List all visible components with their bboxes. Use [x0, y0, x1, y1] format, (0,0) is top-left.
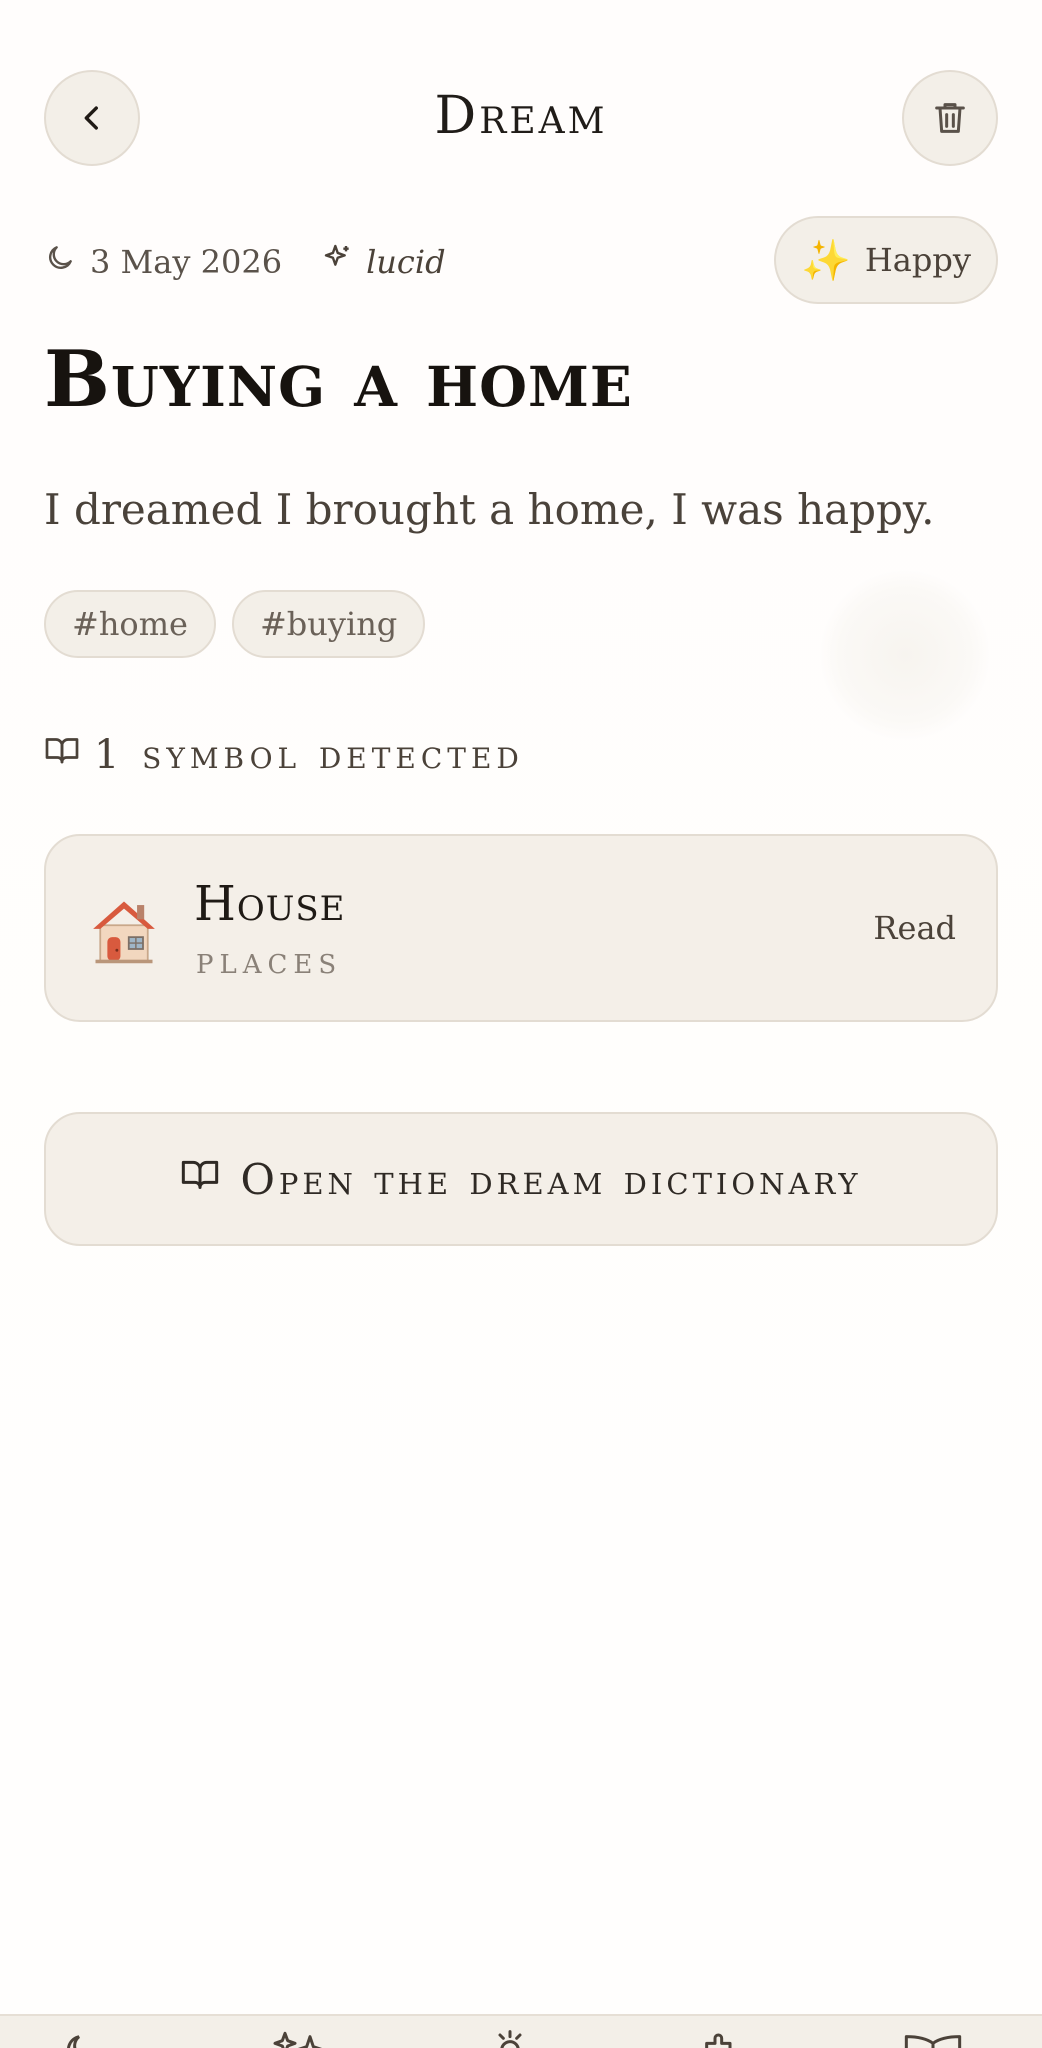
mood-badge[interactable]: ✨ Happy — [774, 216, 998, 304]
sparkles-emoji-icon: ✨ — [801, 237, 851, 284]
dream-date: 3 May 2026 — [90, 243, 283, 281]
moon-icon — [44, 242, 76, 282]
read-symbol-link[interactable]: Read — [873, 908, 956, 948]
dream-meta: 3 May 2026 lucid — [44, 238, 446, 286]
dream-title: Buying a home — [44, 334, 633, 425]
book-icon — [180, 1154, 220, 1204]
book-icon — [44, 732, 80, 778]
tag-chip[interactable]: #home — [44, 590, 216, 658]
lucid-label: lucid — [366, 243, 446, 281]
symbols-heading: 1 symbol detected — [44, 732, 524, 778]
open-dictionary-label: Open the dream dictionary — [240, 1154, 862, 1204]
mood-label: Happy — [864, 241, 971, 279]
tag-chip[interactable]: #buying — [231, 590, 426, 658]
symbol-category: PLACES — [196, 950, 343, 980]
open-dictionary-button[interactable]: Open the dream dictionary — [44, 1112, 998, 1246]
symbol-card[interactable]: House PLACES Read — [44, 834, 998, 1022]
symbols-heading-label: 1 symbol detected — [94, 732, 524, 778]
nav-sparkles-icon[interactable] — [270, 2030, 330, 2048]
dream-description: I dreamed I brought a home, I was happy. — [44, 485, 935, 534]
nav-sun-icon[interactable] — [490, 2030, 550, 2048]
page-title: Dream — [434, 86, 608, 146]
bottom-navigation — [0, 2014, 1042, 2048]
house-icon — [86, 892, 162, 972]
sparkle-icon — [322, 242, 354, 282]
nav-book-open-icon[interactable] — [900, 2030, 962, 2048]
nav-puzzle-icon[interactable] — [700, 2030, 760, 2048]
symbol-name: House — [194, 876, 346, 932]
tag-list: #home #buying — [44, 590, 426, 658]
decorative-glow — [820, 570, 990, 740]
nav-moon-icon[interactable] — [64, 2030, 124, 2048]
dream-detail-screen: Dream 3 May 2026 lucid ✨ Happy Buying a … — [0, 0, 1042, 2048]
trash-icon — [930, 98, 970, 138]
delete-button[interactable] — [902, 70, 998, 166]
